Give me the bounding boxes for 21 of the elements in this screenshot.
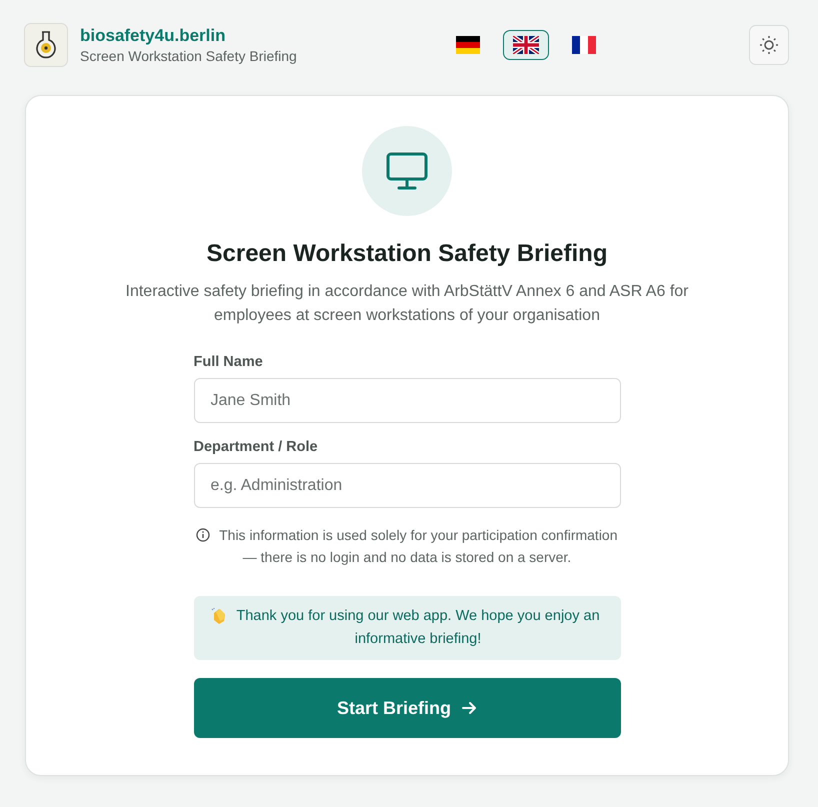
input-field[interactable]: Jane Smith (194, 378, 620, 423)
sun-icon (759, 34, 779, 54)
language-button[interactable] (503, 30, 549, 60)
french-flag-icon (572, 36, 596, 54)
field-label: Full Name (194, 354, 264, 370)
info-icon (196, 528, 210, 542)
card-title: Screen Workstation Safety Briefing (206, 240, 608, 268)
arrow-right-icon (461, 700, 477, 716)
site-subtitle: Screen Workstation Safety Briefing (80, 48, 298, 64)
field-label: Department / Role (194, 439, 319, 455)
german-flag-icon (456, 36, 480, 54)
monitor-icon (386, 152, 428, 190)
theme-toggle-button[interactable] (749, 24, 789, 64)
start-briefing-button[interactable]: Start Briefing (194, 678, 620, 738)
site-name[interactable]: biosafety4u.berlin (80, 26, 445, 46)
flask-logo-icon (33, 30, 59, 60)
card-description: Interactive safety briefing in accordance with ArbStättV Annex 6 and ASR A6 for employees at screen workstations of your organisation (124, 282, 690, 326)
privacy-note: This information is used solely for your participation confirmation — there is no login and no data is stored on a server. (219, 527, 618, 565)
thanks-message: Thank you for using our web app. We hope you enjoy an informative briefing! (235, 607, 601, 649)
uk-flag-icon (513, 36, 539, 54)
input-field[interactable]: e.g. Administration (194, 463, 620, 508)
